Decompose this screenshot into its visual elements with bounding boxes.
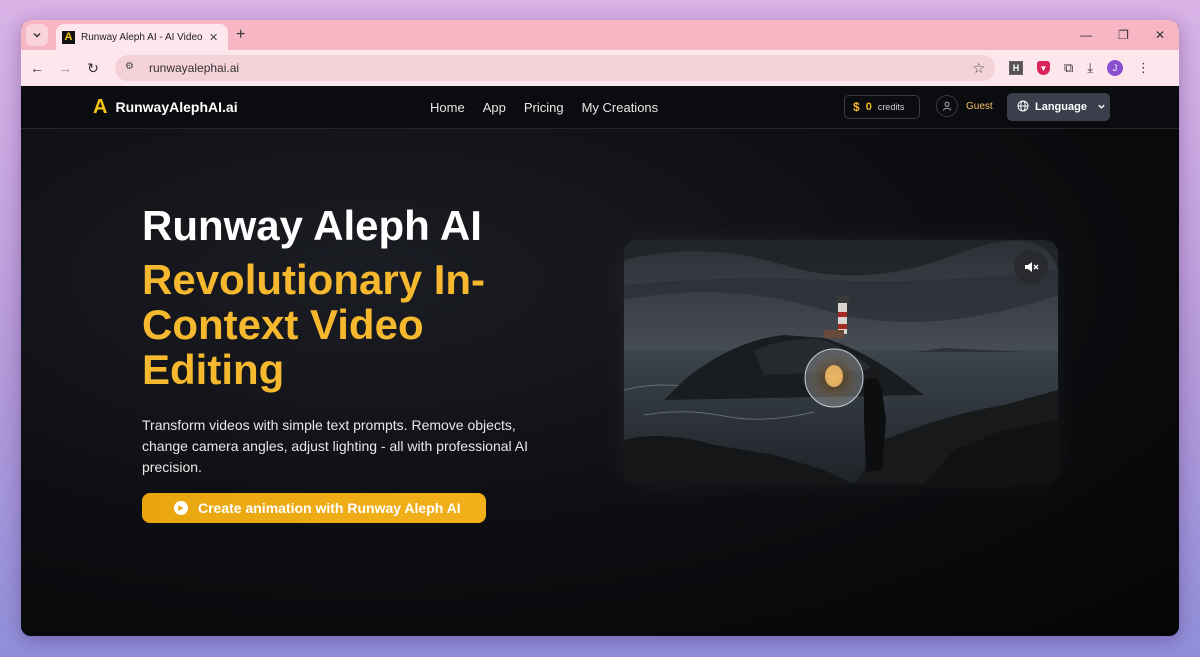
restore-icon[interactable]: ❐	[1118, 28, 1129, 42]
back-icon[interactable]: ←	[25, 60, 49, 76]
chevron-down-icon	[33, 32, 41, 38]
muted-speaker-icon	[1025, 262, 1039, 272]
logo-a-icon: A	[93, 96, 108, 118]
credits-badge[interactable]: $ 0 credits	[844, 95, 920, 119]
logo-text: RunwayAlephAI.ai	[115, 99, 238, 115]
chevron-down-icon	[1097, 102, 1106, 113]
favicon-icon: A	[62, 30, 75, 44]
minimize-icon[interactable]: —	[1080, 28, 1092, 42]
dollar-icon: $	[853, 100, 860, 114]
url-text[interactable]: runwayalephai.ai	[149, 61, 239, 75]
hero-title: Runway Aleph AI	[142, 202, 482, 249]
credits-label: credits	[877, 102, 905, 112]
window-controls: — ❐ ✕	[1080, 28, 1165, 42]
hero-description: Transform videos with simple text prompt…	[142, 417, 528, 475]
tab-title: Runway Aleph AI - AI Video Edi	[81, 31, 203, 43]
main-nav: Home App Pricing My Creations	[430, 100, 658, 115]
video-frame-lighthouse-scene	[624, 240, 1058, 484]
hero-subtitle: Revolutionary In-Context Video Editing	[142, 256, 486, 393]
mute-toggle-button[interactable]	[1014, 250, 1048, 284]
site-info-icon[interactable]: ⚙	[125, 61, 139, 75]
credits-value: 0	[865, 101, 872, 113]
guest-user[interactable]: Guest	[936, 95, 993, 117]
cta-label: Create animation with Runway Aleph AI	[198, 500, 461, 516]
browser-window: A Runway Aleph AI - AI Video Edi ✕ + — ❐…	[21, 20, 1179, 636]
guest-label: Guest	[966, 100, 993, 112]
extension-h-icon[interactable]: H	[1009, 61, 1023, 75]
site-header: A RunwayAlephAI.ai Home App Pricing My C…	[21, 86, 1179, 129]
forward-icon[interactable]: →	[53, 60, 77, 76]
download-icon[interactable]: ⤓	[1087, 60, 1093, 76]
globe-icon	[1017, 100, 1029, 115]
nav-my-creations[interactable]: My Creations	[582, 100, 659, 115]
new-tab-icon[interactable]: +	[236, 26, 245, 44]
reload-icon[interactable]: ↻	[81, 60, 105, 77]
demo-video[interactable]	[624, 240, 1058, 484]
close-tab-icon[interactable]: ✕	[209, 31, 218, 44]
play-icon: ▶	[174, 501, 188, 515]
website: A RunwayAlephAI.ai Home App Pricing My C…	[21, 86, 1179, 636]
puzzle-icon[interactable]: ⧉	[1064, 60, 1073, 76]
shield-extension-icon[interactable]: ▼	[1037, 61, 1050, 75]
language-selector[interactable]: Language	[1007, 93, 1110, 121]
browser-toolbar: ← → ↻ ⚙ runwayalephai.ai ☆ H ▼ ⧉ ⤓ J ⋮	[21, 50, 1179, 86]
nav-pricing[interactable]: Pricing	[524, 100, 564, 115]
browser-tab[interactable]: A Runway Aleph AI - AI Video Edi ✕	[56, 24, 228, 50]
close-window-icon[interactable]: ✕	[1155, 28, 1165, 42]
tab-search-button[interactable]	[26, 24, 48, 46]
menu-kebab-icon[interactable]: ⋮	[1137, 60, 1150, 76]
site-logo[interactable]: A RunwayAlephAI.ai	[93, 97, 238, 117]
address-bar[interactable]: ⚙ runwayalephai.ai ☆	[115, 55, 995, 81]
create-animation-button[interactable]: ▶ Create animation with Runway Aleph AI	[142, 493, 486, 523]
bookmark-star-icon[interactable]: ☆	[972, 60, 985, 77]
language-label: Language	[1035, 101, 1087, 113]
tab-strip: A Runway Aleph AI - AI Video Edi ✕ + — ❐…	[21, 20, 1179, 50]
user-icon	[936, 95, 958, 117]
nav-home[interactable]: Home	[430, 100, 465, 115]
extension-icons: H ▼ ⧉ ⤓ J ⋮	[1009, 60, 1150, 76]
nav-app[interactable]: App	[483, 100, 506, 115]
profile-avatar[interactable]: J	[1107, 60, 1124, 76]
